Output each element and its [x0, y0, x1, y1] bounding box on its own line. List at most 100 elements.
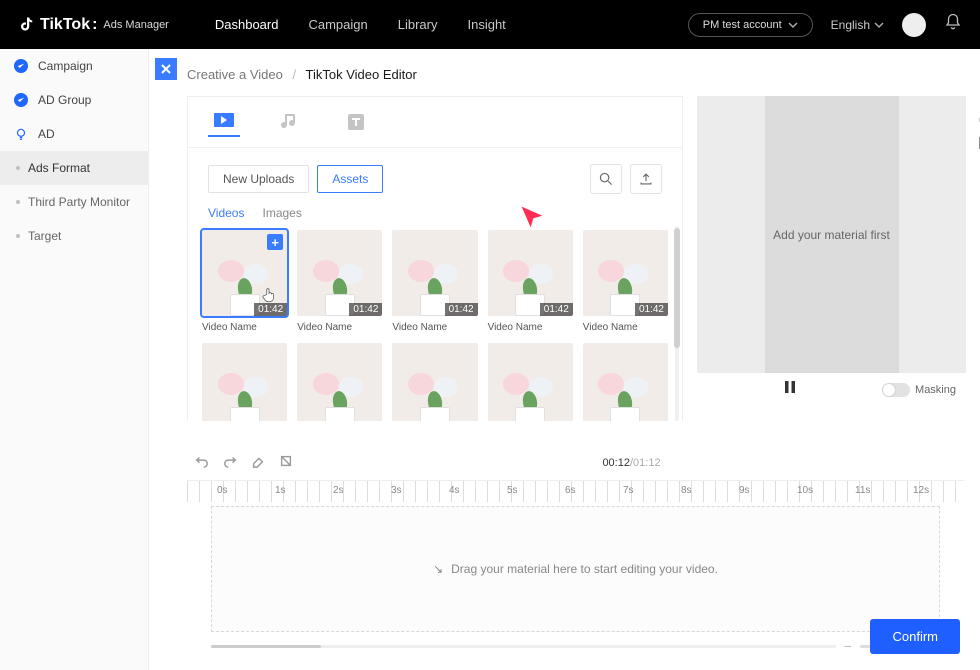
- video-icon: [213, 112, 235, 128]
- chevron-down-icon: [788, 20, 798, 30]
- breadcrumb-current: TikTok Video Editor: [306, 67, 417, 82]
- ruler-tick: 1s: [275, 485, 286, 496]
- drop-hint: Drag your material here to start editing…: [451, 562, 718, 576]
- language-label: English: [831, 18, 870, 32]
- upload-button[interactable]: [630, 164, 662, 194]
- mode-text[interactable]: [340, 113, 372, 137]
- erase-icon[interactable]: [976, 106, 980, 124]
- ruler-tick: 2s: [333, 485, 344, 496]
- search-icon: [599, 172, 613, 186]
- upload-icon: [639, 172, 653, 186]
- sidebar-item-campaign[interactable]: Campaign: [0, 49, 148, 83]
- sidebar-sub-monitor[interactable]: Third Party Monitor: [0, 185, 148, 219]
- ruler-tick: 11s: [855, 485, 870, 496]
- sidebar-sub-adsformat[interactable]: Ads Format: [0, 151, 148, 185]
- music-icon: [281, 113, 299, 131]
- sidebar-item-adgroup[interactable]: AD Group: [0, 83, 148, 117]
- search-button[interactable]: [590, 164, 622, 194]
- pause-icon: [783, 380, 797, 394]
- nav-insight[interactable]: Insight: [467, 17, 505, 32]
- ruler-tick: 0s: [217, 485, 228, 496]
- expand-icon[interactable]: [976, 134, 980, 152]
- nav-campaign[interactable]: Campaign: [308, 17, 367, 32]
- time-display: 00:12/01:12: [602, 457, 660, 469]
- check-icon: [14, 93, 28, 107]
- nav-dashboard[interactable]: Dashboard: [215, 17, 279, 32]
- asset-scrollbar[interactable]: [674, 226, 680, 421]
- tiktok-icon: [18, 16, 36, 34]
- video-name: Video Name: [583, 322, 668, 333]
- ruler-tick: 8s: [681, 485, 692, 496]
- crop-icon: [279, 454, 293, 468]
- brand-name: TikTok: [40, 16, 90, 34]
- nav-library[interactable]: Library: [398, 17, 438, 32]
- crop-button[interactable]: [279, 454, 293, 473]
- ruler-tick: 3s: [391, 485, 402, 496]
- zoom-out-button[interactable]: −: [844, 638, 852, 654]
- ruler-tick: 4s: [449, 485, 460, 496]
- duration-badge: 01:42: [635, 303, 668, 316]
- undo-icon: [195, 454, 209, 468]
- close-icon: [160, 63, 172, 75]
- account-selector[interactable]: PM test account: [688, 13, 813, 37]
- video-name: Video Name: [297, 322, 382, 333]
- pause-button[interactable]: [783, 380, 797, 399]
- time-total: 01:12: [633, 457, 661, 469]
- preview-area: Add your material first: [697, 96, 966, 373]
- video-thumb[interactable]: 01:42Video Name: [488, 230, 573, 333]
- redo-icon: [223, 454, 237, 468]
- confirm-button[interactable]: Confirm: [870, 619, 960, 654]
- masking-toggle[interactable]: Masking: [882, 383, 956, 397]
- duration-badge: 01:42: [540, 303, 573, 316]
- brand-logo: TikTok : Ads Manager: [18, 16, 169, 34]
- type-tab-images[interactable]: Images: [262, 206, 301, 220]
- video-thumb[interactable]: 01:42Video Name: [392, 230, 477, 333]
- video-name: Video Name: [202, 322, 287, 333]
- preview-placeholder: Add your material first: [773, 228, 890, 242]
- video-thumb[interactable]: [297, 343, 382, 421]
- ruler-tick: 7s: [623, 485, 634, 496]
- source-tab-new[interactable]: New Uploads: [208, 165, 309, 193]
- video-thumb[interactable]: + 01:42 Video Name: [202, 230, 287, 333]
- time-current: 00:12: [602, 457, 630, 469]
- source-tab-assets[interactable]: Assets: [317, 165, 383, 193]
- sidebar-item-ad[interactable]: AD: [0, 117, 148, 151]
- video-thumb[interactable]: [202, 343, 287, 421]
- insert-arrow-icon: ↘: [433, 562, 443, 576]
- erase-icon: [251, 454, 265, 468]
- type-tab-videos[interactable]: Videos: [208, 206, 244, 220]
- toggle-switch[interactable]: [882, 383, 910, 397]
- timeline-dropzone[interactable]: ↘ Drag your material here to start editi…: [211, 506, 940, 632]
- avatar[interactable]: [902, 13, 926, 37]
- breadcrumb-parent[interactable]: Creative a Video: [187, 67, 283, 82]
- sidebar-sub-target[interactable]: Target: [0, 219, 148, 253]
- video-thumb[interactable]: 01:42 Video Name: [583, 230, 668, 333]
- video-thumb[interactable]: [488, 343, 573, 421]
- video-thumb[interactable]: [392, 343, 477, 421]
- erase-button[interactable]: [251, 454, 265, 473]
- ruler-tick: 12s: [913, 485, 929, 496]
- close-panel-button[interactable]: [155, 58, 177, 80]
- breadcrumb: Creative a Video / TikTok Video Editor: [149, 49, 980, 96]
- chevron-down-icon: [874, 20, 884, 30]
- account-name: PM test account: [703, 19, 782, 31]
- duration-badge: 01:42: [254, 303, 287, 316]
- video-thumb[interactable]: 01:42Video Name: [297, 230, 382, 333]
- check-icon: [14, 59, 28, 73]
- timeline-ruler[interactable]: 0s 1s 2s 3s 4s 5s 6s 7s 8s 9s 10s 11s 12…: [187, 480, 964, 502]
- notification-icon[interactable]: [944, 13, 962, 36]
- mode-music[interactable]: [274, 113, 306, 137]
- language-selector[interactable]: English: [831, 18, 884, 32]
- text-icon: [348, 114, 364, 130]
- mode-video[interactable]: [208, 113, 240, 137]
- duration-badge: 01:42: [445, 303, 478, 316]
- video-thumb[interactable]: [583, 343, 668, 421]
- undo-button[interactable]: [195, 454, 209, 473]
- redo-button[interactable]: [223, 454, 237, 473]
- sidebar: Campaign AD Group AD Ads Format Third Pa…: [0, 49, 149, 670]
- masking-label: Masking: [915, 384, 956, 396]
- timeline-scroll[interactable]: [211, 645, 836, 648]
- ruler-tick: 10s: [797, 485, 813, 496]
- add-media-button[interactable]: +: [267, 234, 283, 250]
- ruler-tick: 5s: [507, 485, 518, 496]
